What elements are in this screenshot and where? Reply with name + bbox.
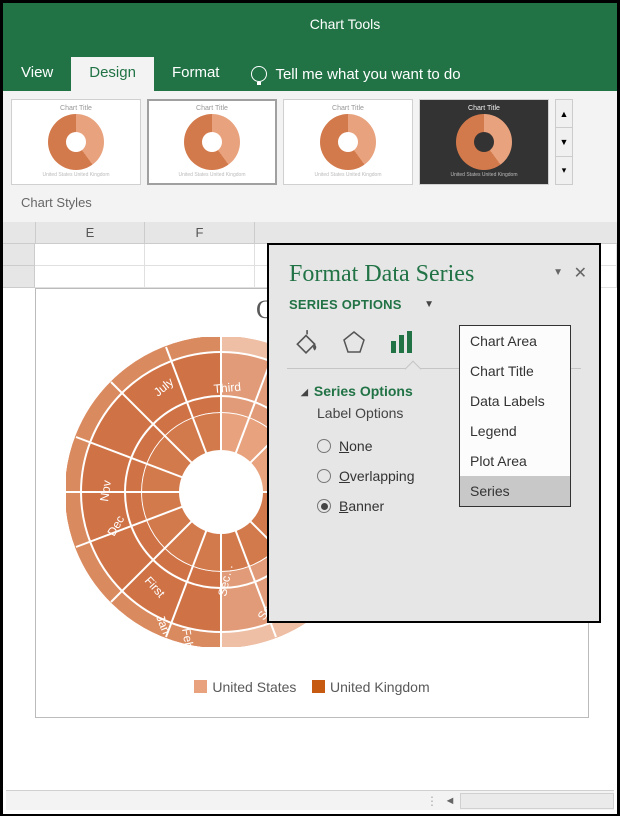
sunburst-icon — [320, 114, 376, 170]
svg-text:Third: Third — [213, 380, 241, 396]
close-icon[interactable]: ✕ — [574, 263, 587, 283]
radio-icon — [317, 469, 331, 483]
effects-icon[interactable] — [339, 328, 369, 356]
row-header[interactable] — [3, 244, 35, 266]
dropdown-item[interactable]: Legend — [460, 416, 570, 446]
ribbon-group-label: Chart Styles — [3, 189, 617, 222]
gallery-scroll: ▲ ▼ ▾ — [555, 99, 573, 185]
dropdown-item[interactable]: Chart Title — [460, 356, 570, 386]
lightbulb-icon — [251, 66, 267, 82]
col-header-F[interactable]: F — [145, 222, 255, 243]
chart-style-4[interactable]: Chart Title United States United Kingdom — [419, 99, 549, 185]
series-options-icon[interactable] — [387, 328, 417, 356]
radio-icon — [317, 439, 331, 453]
chart-element-dropdown: Chart Area Chart Title Data Labels Legen… — [459, 325, 571, 507]
dropdown-item[interactable]: Data Labels — [460, 386, 570, 416]
pane-options-dropdown[interactable]: ▼ — [553, 267, 563, 278]
legend-swatch-icon — [312, 680, 325, 693]
svg-text:Uni…: Uni… — [196, 474, 226, 488]
ribbon-tabs: View Design Format Tell me what you want… — [3, 57, 617, 91]
cell[interactable] — [35, 266, 145, 288]
pane-title: Format Data Series — [269, 245, 599, 294]
col-header-E[interactable]: E — [35, 222, 145, 243]
tab-view[interactable]: View — [3, 57, 71, 91]
dropdown-item[interactable]: Series — [460, 476, 570, 506]
sunburst-icon — [456, 114, 512, 170]
svg-text:Nov: Nov — [97, 479, 114, 502]
cell[interactable] — [145, 266, 255, 288]
sheet-tab-scroll-icon[interactable]: ⋮ — [426, 794, 440, 808]
contextual-tab-title: Chart Tools — [3, 3, 617, 32]
horizontal-scrollbar[interactable]: ⋮ ◄ — [6, 790, 614, 810]
gallery-scroll-more[interactable]: ▾ — [556, 157, 572, 184]
dropdown-item[interactable]: Plot Area — [460, 446, 570, 476]
legend-swatch-icon — [194, 680, 207, 693]
chart-style-3[interactable]: Chart Title United States United Kingdom — [283, 99, 413, 185]
chart-style-1[interactable]: Chart Title United States United Kingdom — [11, 99, 141, 185]
series-options-selector[interactable]: Series Options — [269, 297, 402, 312]
chevron-down-icon[interactable]: ▼ — [424, 299, 434, 310]
chart-styles-gallery: Chart Title United States United Kingdom… — [3, 91, 617, 189]
svg-text:Feb: Feb — [179, 627, 196, 647]
tab-design[interactable]: Design — [71, 57, 154, 91]
svg-text:Sta…: Sta… — [196, 490, 226, 504]
gallery-scroll-down[interactable]: ▼ — [556, 128, 572, 156]
scroll-left-icon[interactable]: ◄ — [440, 795, 460, 807]
gallery-scroll-up[interactable]: ▲ — [556, 100, 572, 128]
tell-me-label: Tell me what you want to do — [275, 66, 460, 83]
chart-style-2[interactable]: Chart Title United States United Kingdom — [147, 99, 277, 185]
chart-legend[interactable]: United States United Kingdom — [36, 679, 588, 695]
sunburst-icon — [184, 114, 240, 170]
scrollbar-track[interactable] — [460, 793, 614, 809]
radio-icon — [317, 499, 331, 513]
sunburst-icon — [48, 114, 104, 170]
dropdown-item[interactable]: Chart Area — [460, 326, 570, 356]
ribbon-context-bar: Chart Tools — [3, 3, 617, 57]
tell-me-search[interactable]: Tell me what you want to do — [237, 57, 460, 91]
row-header[interactable] — [3, 266, 35, 288]
format-data-series-pane: Format Data Series ▼ ✕ Series Options ▼ … — [267, 243, 601, 623]
cell[interactable] — [35, 244, 145, 266]
tab-format[interactable]: Format — [154, 57, 238, 91]
fill-line-icon[interactable] — [291, 328, 321, 356]
column-headers: E F — [3, 222, 617, 244]
cell[interactable] — [145, 244, 255, 266]
